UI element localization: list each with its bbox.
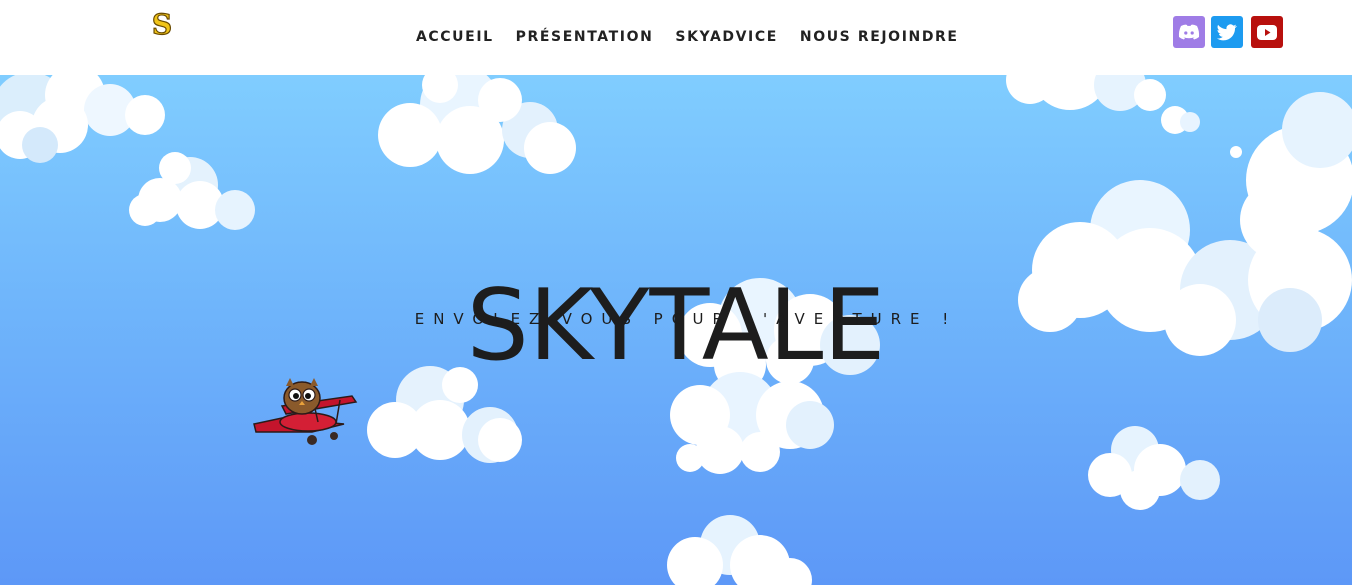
cloud (378, 75, 576, 174)
skytale-logo[interactable]: S (146, 7, 178, 41)
cloud (1006, 75, 1242, 158)
cloud (670, 372, 834, 474)
twitter-icon (1217, 23, 1237, 40)
discord-icon (1178, 24, 1200, 40)
hero-subtitle: ENVOLEZ-VOUS POUR L'AVENTURE ! (414, 310, 958, 328)
main-nav: ACCUEIL PRÉSENTATION SKYADVICE NOUS REJO… (405, 24, 970, 50)
cloud (0, 75, 165, 163)
site-header: S ACCUEIL PRÉSENTATION SKYADVICE NOUS RE… (0, 0, 1352, 75)
nav-skyadvice[interactable]: SKYADVICE (664, 24, 788, 50)
svg-text:S: S (152, 9, 172, 39)
cloud (667, 515, 812, 585)
nav-accueil[interactable]: ACCUEIL (405, 24, 505, 50)
discord-button[interactable] (1173, 16, 1205, 48)
nav-presentation[interactable]: PRÉSENTATION (505, 24, 665, 50)
cloud (129, 152, 255, 230)
nav-nous-rejoindre[interactable]: NOUS REJOINDRE (789, 24, 970, 50)
youtube-button[interactable] (1251, 16, 1283, 48)
owl-biplane-illustration (253, 378, 358, 445)
cloud (1088, 426, 1220, 510)
twitter-button[interactable] (1211, 16, 1243, 48)
youtube-icon (1257, 24, 1277, 40)
